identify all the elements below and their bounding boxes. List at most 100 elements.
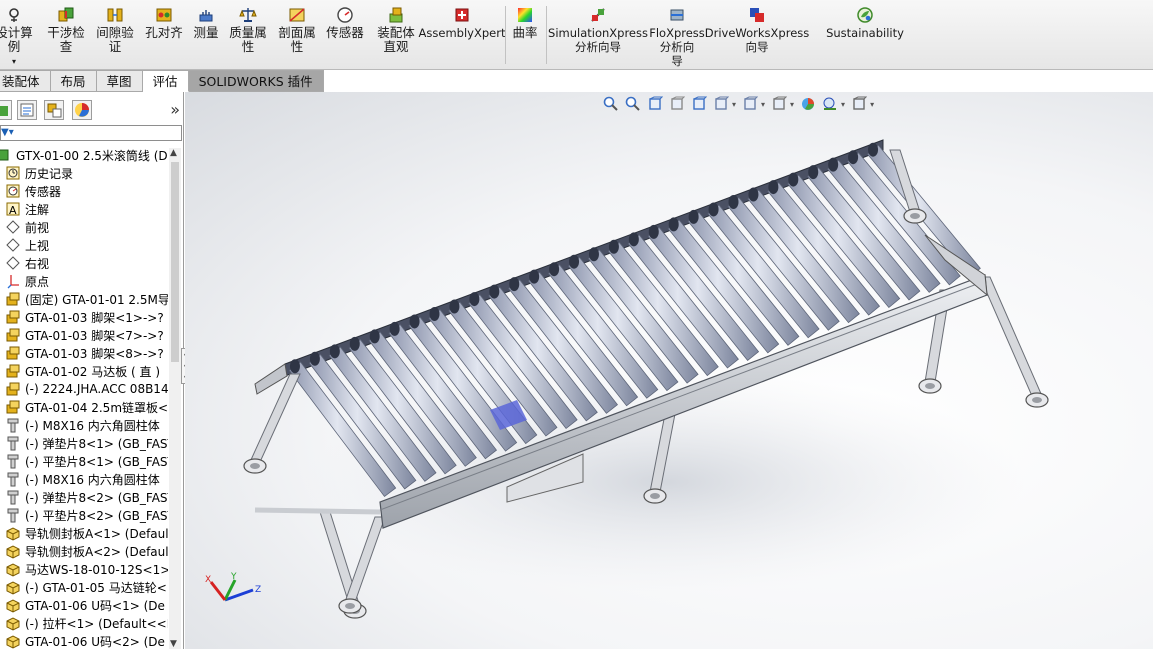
configurationmanager-tab[interactable] — [44, 100, 64, 120]
tree-item[interactable]: ·GTA-01-04 2.5m链罩板< — [0, 398, 168, 416]
tree-item-label: (-) 拉杆<1> (Default<<D — [25, 616, 168, 631]
tree-item[interactable]: ·(-) 弹垫片8<2> (GB_FAST — [0, 488, 168, 506]
tree-item[interactable]: ·GTA-01-03 脚架<7>->? — [0, 326, 168, 344]
roller-end — [489, 284, 500, 299]
tree-item-label: (-) 平垫片8<2> (GB_FAST — [25, 508, 168, 523]
tree-item[interactable]: ·GTA-01-03 脚架<1>->? — [0, 308, 168, 326]
measure-icon — [199, 10, 213, 22]
subassembly-icon — [5, 399, 21, 415]
feature-manager-panel: » ▼▾ GTX-01-00 2.5米滚筒线 (De ·历史记录·传感器·A注解… — [0, 92, 184, 649]
roller-end — [868, 142, 879, 157]
chevron-down-icon[interactable]: ▾ — [12, 55, 16, 69]
graphics-area[interactable]: ▾ ▾ ▾ ▾ ▾ X Y Z — [185, 92, 1153, 649]
tree-item[interactable]: ·前视 — [0, 218, 168, 236]
feature-tree-filter[interactable]: ▼▾ — [0, 125, 182, 141]
scroll-down-icon[interactable]: ▼ — [170, 639, 177, 649]
tree-item[interactable]: ·GTA-01-06 U码<1> (De — [0, 596, 168, 614]
ribbon-button-label: 设计算 例 — [0, 25, 33, 54]
roller-end — [469, 292, 480, 307]
ribbon-button-label: 测量 — [193, 25, 219, 40]
tree-item[interactable]: ·导轨侧封板A<1> (Defaul — [0, 524, 168, 542]
part-icon — [5, 543, 21, 559]
tab-layout[interactable]: 布局 — [50, 70, 97, 92]
expand-panel-icon[interactable]: » — [170, 100, 180, 119]
tree-item-label: (-) M8X16 内六角圆柱体 — [25, 418, 160, 433]
part-icon — [5, 633, 21, 649]
assembly-visualization-button[interactable]: 装配体 直观 — [372, 6, 420, 54]
roller-end — [389, 321, 400, 336]
part-icon — [5, 615, 21, 631]
hole-alignment-button[interactable]: 孔对齐 — [142, 6, 186, 40]
fastener-icon — [5, 417, 21, 433]
tree-item-label: (-) GTA-01-05 马达链轮< — [25, 580, 167, 595]
tree-item[interactable]: ·(-) 平垫片8<2> (GB_FAST — [0, 506, 168, 524]
roller-conveyor-model[interactable] — [185, 92, 1153, 649]
curvature-button[interactable]: 曲率 — [508, 6, 542, 40]
measure-button[interactable]: 测量 — [188, 6, 224, 40]
roller-end — [429, 307, 440, 321]
svg-text:A: A — [9, 204, 17, 217]
tree-item[interactable]: ·GTA-01-02 马达板 ( 直 ) — [0, 362, 168, 380]
tree-item[interactable]: ·历史记录 — [0, 164, 168, 182]
sensor-button[interactable]: 传感器 — [323, 6, 367, 40]
simulationxpress-button[interactable]: SimulationXpress 分析向导 — [548, 6, 648, 54]
clearance-verification-button[interactable]: 间隙验 证 — [93, 6, 137, 54]
design-table-button[interactable]: 设计算 例 ▾ — [0, 6, 34, 69]
tree-item[interactable]: ·(-) M8X16 内六角圆柱体 — [0, 470, 168, 488]
driveworksxpress-button[interactable]: DriveWorksXpress 向导 — [705, 6, 809, 54]
part-icon — [5, 579, 21, 595]
tree-item[interactable]: ·A注解 — [0, 200, 168, 218]
tree-item[interactable]: ·(-) GTA-01-05 马达链轮< — [0, 578, 168, 596]
tree-item[interactable]: ·(-) 拉杆<1> (Default<<D — [0, 614, 168, 632]
triad-x-axis — [209, 581, 227, 601]
tree-item[interactable]: ·(-) 2224.JHA.ACC 08B14 — [0, 380, 168, 398]
tree-item[interactable]: ·马达WS-18-010-12S<1> — [0, 560, 168, 578]
floxpress-button[interactable]: FloXpress 分析向 导 — [648, 6, 706, 68]
roller-end — [529, 269, 540, 284]
assemblyxpert-button[interactable]: AssemblyXpert — [419, 6, 505, 40]
mass-properties-button[interactable]: 质量属 性 — [226, 6, 270, 54]
tree-item[interactable]: ·(固定) GTA-01-01 2.5M导 — [0, 290, 168, 308]
roller-end — [309, 351, 320, 366]
tree-root[interactable]: GTX-01-00 2.5米滚筒线 (De — [0, 146, 168, 164]
tree-item[interactable]: ·原点 — [0, 272, 168, 290]
scroll-up-icon[interactable]: ▲ — [170, 148, 177, 158]
featuremanager-icon — [0, 106, 8, 116]
tree-item[interactable]: ·右视 — [0, 254, 168, 272]
fastener-icon — [5, 453, 21, 469]
tree-item[interactable]: ·上视 — [0, 236, 168, 254]
scroll-thumb[interactable] — [171, 162, 179, 362]
section-properties-button[interactable]: 剖面属 性 — [275, 6, 319, 54]
displaymanager-tab[interactable] — [72, 100, 92, 120]
tree-item[interactable]: ·GTA-01-06 U码<2> (De — [0, 632, 168, 649]
tab-assembly[interactable]: 装配体 — [0, 70, 51, 92]
tree-item[interactable]: ·传感器 — [0, 182, 168, 200]
tab-solidworks-addins[interactable]: SOLIDWORKS 插件 — [188, 70, 324, 92]
tab-evaluate[interactable]: 评估 — [142, 70, 189, 92]
propertymanager-tab[interactable] — [17, 100, 37, 120]
tree-item[interactable]: ·(-) 弹垫片8<1> (GB_FAST — [0, 434, 168, 452]
feature-tree-scrollbar[interactable]: ▲ ▼ — [169, 148, 181, 649]
command-manager-tabs: 装配体 布局 草图 评估 SOLIDWORKS 插件 — [0, 70, 330, 92]
tree-item-label: (固定) GTA-01-01 2.5M导 — [25, 292, 168, 307]
tree-item[interactable]: ·导轨侧封板A<2> (Defaul — [0, 542, 168, 560]
featuremanager-tab[interactable] — [0, 100, 12, 120]
roller-end — [848, 150, 859, 165]
feature-tree: GTX-01-00 2.5米滚筒线 (De ·历史记录·传感器·A注解·前视·上… — [0, 146, 168, 649]
roller-end — [748, 187, 759, 202]
interference-check-button[interactable]: 干涉检 查 — [44, 6, 88, 54]
sustainability-button[interactable]: Sustainability — [824, 6, 906, 40]
roller-end — [449, 299, 460, 314]
roller-end — [668, 217, 679, 232]
tree-item[interactable]: ·(-) 平垫片8<1> (GB_FAST — [0, 452, 168, 470]
tree-item[interactable]: ·GTA-01-03 脚架<8>->? — [0, 344, 168, 362]
assembly-visualization-icon — [389, 7, 403, 23]
ribbon-separator — [546, 6, 547, 64]
tree-item-label: 历史记录 — [25, 166, 74, 181]
tab-sketch[interactable]: 草图 — [96, 70, 143, 92]
ribbon-button-label: 曲率 — [512, 25, 538, 40]
ribbon-button-label: 干涉检 查 — [47, 25, 85, 54]
tree-item[interactable]: ·(-) M8X16 内六角圆柱体 — [0, 416, 168, 434]
tree-item-label: 导轨侧封板A<2> (Defaul — [25, 544, 168, 559]
roller-end — [728, 195, 739, 209]
